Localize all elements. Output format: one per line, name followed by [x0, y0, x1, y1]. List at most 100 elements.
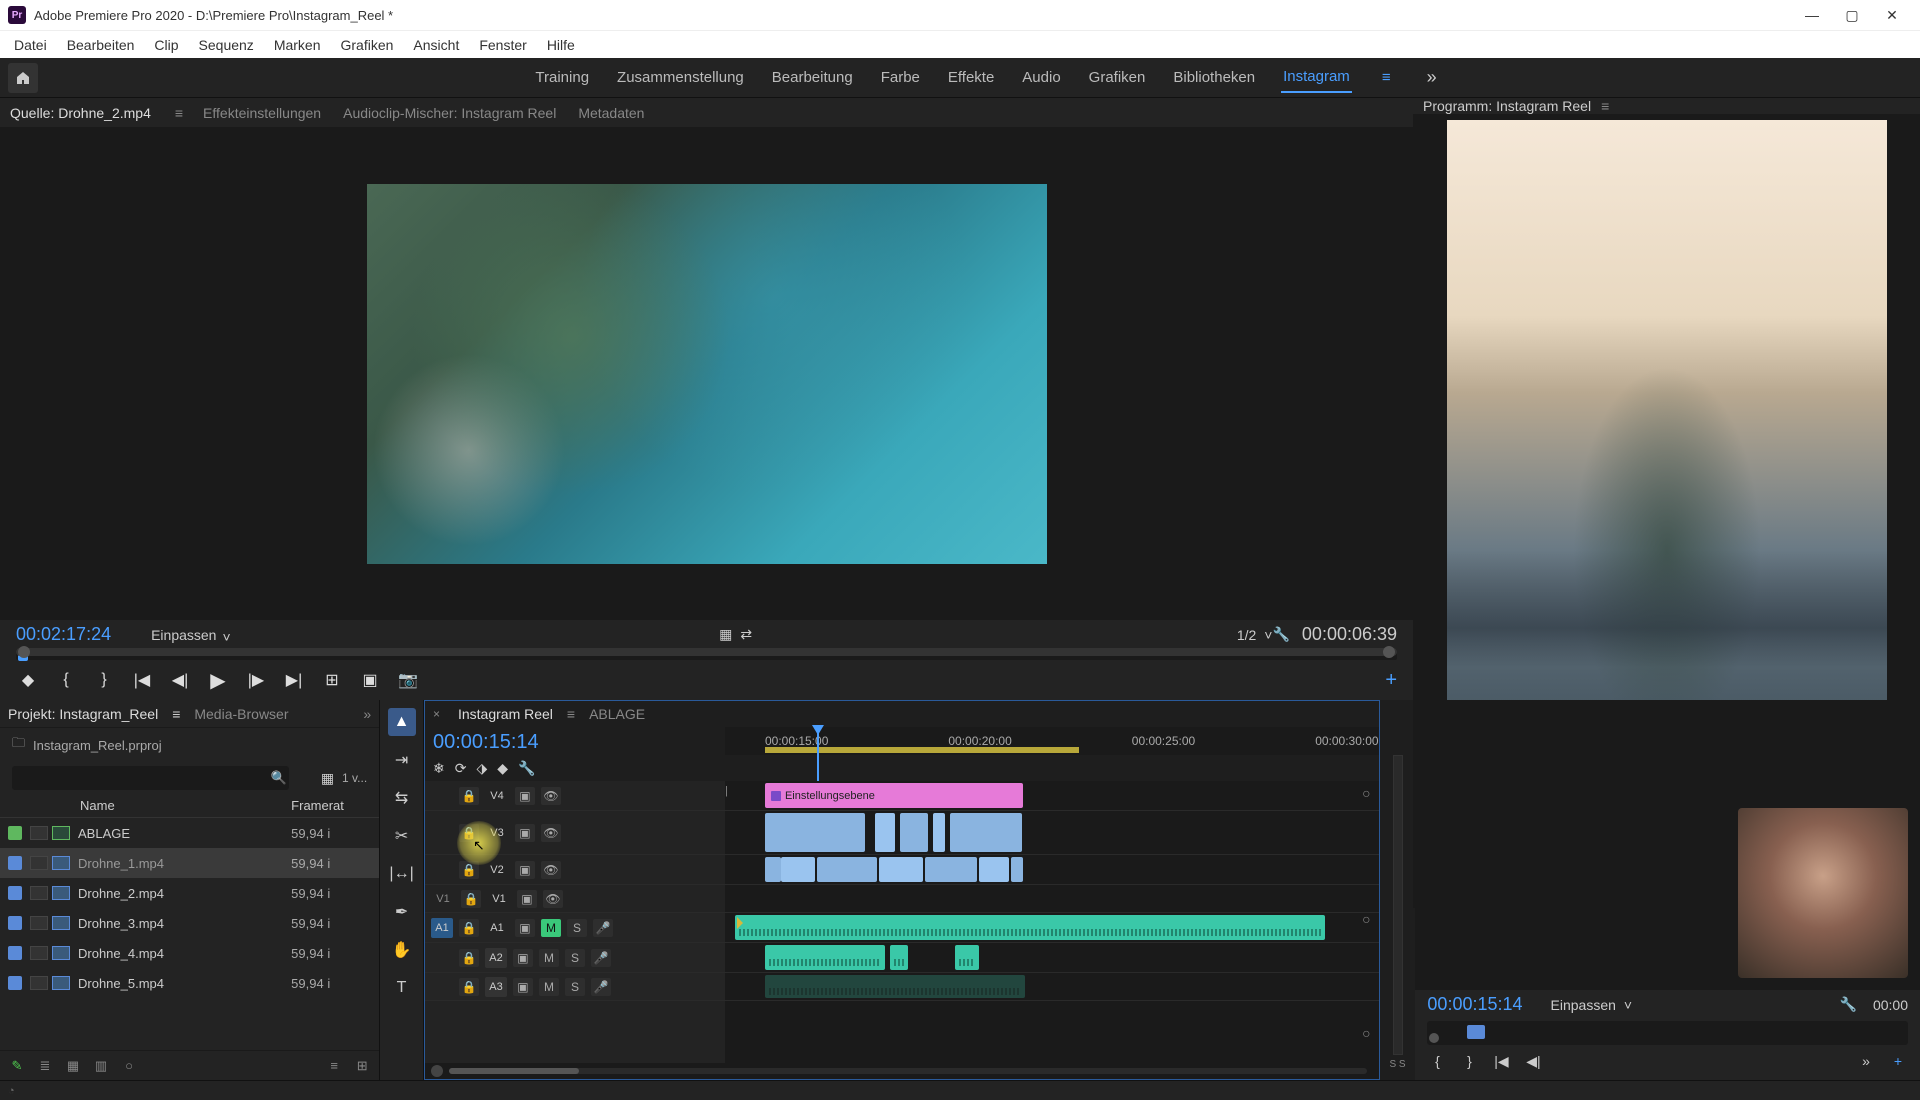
label-swatch[interactable]	[8, 946, 22, 960]
source-patch-a1[interactable]: A1	[431, 918, 453, 938]
chevron-down-icon[interactable]: ˅	[222, 629, 234, 641]
workspace-menu-icon[interactable]: ≡	[1382, 69, 1391, 86]
program-timecode[interactable]: 00:00:15:14	[1427, 994, 1522, 1015]
step-forward-button[interactable]: |▶	[244, 668, 268, 692]
clip-video[interactable]	[875, 813, 895, 852]
clip-audio[interactable]	[765, 975, 1025, 998]
track-header-a1[interactable]: A1 🔒 A1 ▣ M S 🎤	[425, 913, 725, 943]
maximize-button[interactable]: ▢	[1832, 0, 1872, 30]
tab-effekteinstellungen[interactable]: Effekteinstellungen	[201, 101, 323, 125]
step-back-button[interactable]: ◀|	[1523, 1051, 1543, 1071]
timeline-timecode[interactable]: 00:00:15:14	[433, 731, 717, 754]
source-scrubber[interactable]	[16, 649, 1397, 660]
eye-icon[interactable]: 👁	[543, 890, 563, 908]
project-row[interactable]: Drohne_3.mp459,94 i	[0, 908, 379, 938]
track-v3[interactable]	[725, 811, 1379, 855]
clip-video[interactable]	[925, 857, 977, 882]
source-toggle-2-icon[interactable]: ⇄	[740, 626, 752, 643]
razor-tool[interactable]: ✂	[388, 822, 416, 850]
program-scrub-marker[interactable]	[1467, 1025, 1485, 1039]
pen-tool[interactable]: ✒	[388, 898, 416, 926]
source-toggle-1-icon[interactable]: ▦	[719, 626, 732, 643]
minimize-button[interactable]: —	[1792, 0, 1832, 30]
track-header-a3[interactable]: 🔒 A3 ▣ M S 🎤	[425, 973, 725, 1001]
linked-selection-icon[interactable]: ⟳	[455, 760, 467, 777]
track-target-a3[interactable]: A3	[485, 977, 507, 997]
menu-ansicht[interactable]: Ansicht	[403, 37, 469, 53]
solo-button[interactable]: S	[565, 978, 585, 996]
mute-button[interactable]: M	[539, 978, 559, 996]
project-row[interactable]: Drohne_5.mp459,94 i	[0, 968, 379, 998]
solo-button[interactable]: S	[567, 919, 587, 937]
column-framerate[interactable]: Framerat	[291, 798, 371, 813]
export-frame-button[interactable]: 📷	[396, 668, 420, 692]
voiceover-icon[interactable]: 🎤	[593, 919, 613, 937]
zoom-slider-icon[interactable]: ○	[120, 1059, 138, 1073]
wrench-icon[interactable]: 🔧	[1272, 626, 1289, 643]
chevron-down-icon[interactable]: ˅	[1264, 627, 1272, 643]
home-button[interactable]	[8, 63, 38, 93]
clip-video[interactable]	[1011, 857, 1023, 882]
menu-sequenz[interactable]: Sequenz	[189, 37, 264, 53]
source-patch-v1[interactable]: V1	[431, 893, 455, 905]
source-video-area[interactable]	[0, 128, 1413, 620]
lock-icon[interactable]: 🔒	[459, 919, 479, 937]
menu-fenster[interactable]: Fenster	[469, 37, 536, 53]
solo-button[interactable]: S	[565, 949, 585, 967]
scroll-thumb[interactable]	[449, 1068, 579, 1074]
program-menu-icon[interactable]: ≡	[1601, 98, 1609, 114]
workspace-overflow-icon[interactable]: »	[1427, 67, 1437, 88]
timeline-tab-menu-icon[interactable]: ≡	[567, 706, 575, 722]
close-button[interactable]: ✕	[1872, 0, 1912, 30]
track-a3[interactable]	[725, 973, 1379, 1001]
lock-icon[interactable]: 🔒	[461, 890, 481, 908]
source-resolution-select[interactable]: 1/2	[1237, 627, 1256, 643]
mark-in-icon[interactable]: {	[54, 668, 78, 692]
track-a1[interactable]	[725, 913, 1379, 943]
label-swatch[interactable]	[8, 916, 22, 930]
type-tool[interactable]: T	[388, 974, 416, 1002]
track-header-v2[interactable]: 🔒 V2 ▣ 👁	[425, 855, 725, 885]
mark-out-button[interactable]: }	[1459, 1051, 1479, 1071]
track-target-a2[interactable]: A2	[485, 948, 507, 968]
insert-button[interactable]: ⊞	[320, 668, 344, 692]
program-scrubber[interactable]	[1427, 1021, 1908, 1045]
new-bin-icon[interactable]: ▦	[321, 770, 334, 787]
column-name[interactable]: Name	[30, 798, 291, 813]
label-swatch[interactable]	[8, 856, 22, 870]
sync-lock-icon[interactable]: ▣	[515, 824, 535, 842]
source-zoom-handle-right[interactable]	[1383, 646, 1395, 658]
source-timecode-left[interactable]: 00:02:17:24	[16, 624, 111, 645]
mark-in-button[interactable]: ◆	[16, 668, 40, 692]
mute-button[interactable]: M	[541, 919, 561, 937]
clip-video[interactable]	[933, 813, 945, 852]
label-swatch[interactable]	[8, 976, 22, 990]
clip-video[interactable]	[950, 813, 1022, 852]
track-header-v4[interactable]: 🔒 V4 ▣ 👁	[425, 781, 725, 811]
workspace-grafiken[interactable]: Grafiken	[1087, 63, 1148, 92]
overflow-button[interactable]: »	[1856, 1051, 1876, 1071]
vscroll-knob-bot[interactable]: ○	[1362, 1025, 1370, 1041]
sync-lock-icon[interactable]: ▣	[515, 787, 535, 805]
scroll-handle-left[interactable]	[431, 1065, 443, 1077]
source-tab-menu-icon[interactable]: ≡	[175, 105, 183, 121]
eye-icon[interactable]: 👁	[541, 824, 561, 842]
project-row[interactable]: Drohne_2.mp459,94 i	[0, 878, 379, 908]
bin-icon[interactable]: 🗀	[12, 734, 25, 756]
source-zoom-select[interactable]: Einpassen	[151, 627, 216, 643]
track-v2[interactable]	[725, 855, 1379, 885]
clip-video[interactable]	[879, 857, 923, 882]
icon-view-icon[interactable]: ▦	[64, 1059, 82, 1073]
project-row[interactable]: Drohne_1.mp459,94 i	[0, 848, 379, 878]
menu-marken[interactable]: Marken	[264, 37, 331, 53]
project-row[interactable]: Drohne_4.mp459,94 i	[0, 938, 379, 968]
wrench-icon[interactable]: 🔧	[518, 760, 535, 777]
workspace-bibliotheken[interactable]: Bibliotheken	[1171, 63, 1257, 92]
program-zoom-select[interactable]: Einpassen	[1551, 997, 1616, 1013]
workspace-farbe[interactable]: Farbe	[879, 63, 922, 92]
track-v1[interactable]	[725, 885, 1379, 913]
clip-audio[interactable]	[890, 945, 908, 970]
settings-icon[interactable]: ◆	[497, 760, 508, 777]
workspace-training[interactable]: Training	[533, 63, 591, 92]
find-icon[interactable]: ⊞	[353, 1059, 371, 1073]
